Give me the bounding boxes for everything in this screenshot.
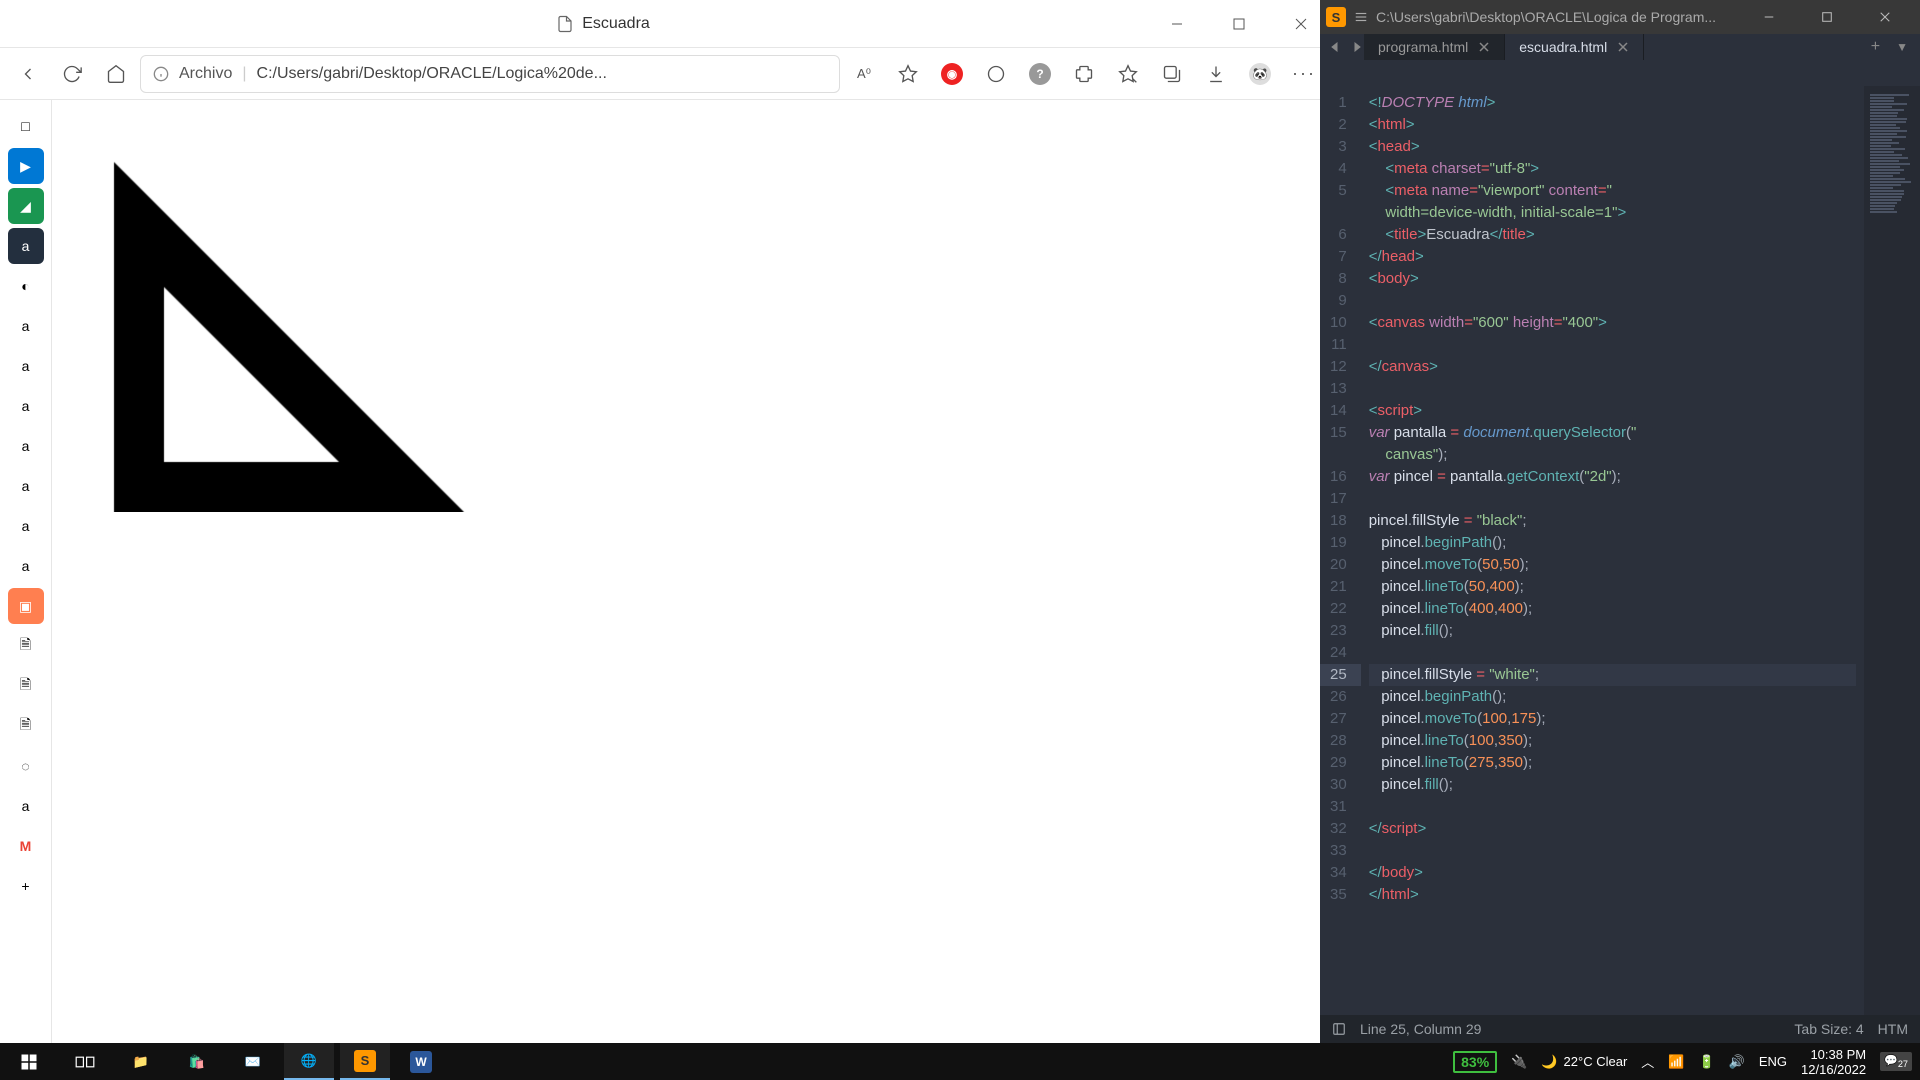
sidebar-item-18[interactable]: M	[8, 828, 44, 864]
editor-maximize-button[interactable]	[1798, 0, 1856, 34]
editor-window: S C:\Users\gabri\Desktop\ORACLE\Logica d…	[1320, 0, 1920, 1043]
taskbar-edge[interactable]: 🌐	[284, 1043, 334, 1080]
sidebar-item-19[interactable]: +	[8, 868, 44, 904]
taskbar-sublime[interactable]: S	[340, 1043, 390, 1080]
extensions-button[interactable]	[1064, 54, 1104, 94]
tray-chevron-icon[interactable]: ︿	[1641, 1052, 1654, 1071]
page-viewport	[52, 100, 1332, 1043]
address-bar[interactable]: Archivo | C:/Users/gabri/Desktop/ORACLE/…	[140, 55, 840, 93]
taskbar-word[interactable]: W	[396, 1043, 446, 1080]
favorite-button[interactable]	[888, 54, 928, 94]
info-icon	[153, 66, 169, 82]
editor-tabbar-row: programa.htmlescuadra.html + ▼	[1320, 34, 1920, 60]
read-aloud-button[interactable]: A⁰	[844, 54, 884, 94]
charging-icon: 🔌	[1511, 1054, 1527, 1070]
notification-button[interactable]: 💬27	[1880, 1052, 1912, 1071]
address-separator: |	[242, 65, 246, 83]
taskbar-explorer[interactable]: 📁	[116, 1043, 166, 1080]
sidebar-item-16[interactable]: ◌	[8, 748, 44, 784]
editor-minimize-button[interactable]	[1740, 0, 1798, 34]
taskbar: 📁 🛍️ ✉️ 🌐 S W 83% 🔌 🌙 22°C Clear ︿ 📶 🔋 🔊…	[0, 1043, 1920, 1080]
status-tabsize[interactable]: Tab Size: 4	[1794, 1021, 1863, 1037]
status-language[interactable]: HTM	[1878, 1021, 1908, 1037]
browser-title-text: Escuadra	[582, 15, 650, 33]
sidebar-item-7[interactable]: a	[8, 388, 44, 424]
sidebar-item-11[interactable]: a	[8, 548, 44, 584]
address-path: C:/Users/gabri/Desktop/ORACLE/Logica%20d…	[257, 65, 607, 83]
browser-titlebar: Escuadra	[0, 0, 1332, 48]
profile-button[interactable]: 🐼	[1240, 54, 1280, 94]
start-button[interactable]	[4, 1043, 54, 1080]
clock-date: 12/16/2022	[1801, 1062, 1866, 1077]
editor-title-path: C:\Users\gabri\Desktop\ORACLE\Logica de …	[1376, 9, 1732, 25]
new-tab-button[interactable]: +	[1865, 38, 1886, 56]
sidebar-item-17[interactable]: a	[8, 788, 44, 824]
tab-programa-html[interactable]: programa.html	[1364, 34, 1505, 60]
sidebar-item-13[interactable]: 🗎	[8, 628, 44, 664]
maximize-button[interactable]	[1208, 0, 1270, 48]
home-button[interactable]	[96, 54, 136, 94]
volume-icon[interactable]: 🔊	[1729, 1054, 1745, 1070]
more-button[interactable]: ···	[1284, 54, 1324, 94]
weather-text: 22°C Clear	[1564, 1054, 1628, 1069]
browser-toolbar: Archivo | C:/Users/gabri/Desktop/ORACLE/…	[0, 48, 1332, 100]
panel-icon[interactable]	[1332, 1022, 1346, 1036]
sidebar-item-10[interactable]: a	[8, 508, 44, 544]
escuadra-canvas	[64, 112, 664, 512]
tab-escuadra-html[interactable]: escuadra.html	[1505, 34, 1644, 60]
collections-button[interactable]	[1152, 54, 1192, 94]
taskbar-mail[interactable]: ✉️	[228, 1043, 278, 1080]
language-indicator[interactable]: ENG	[1759, 1054, 1787, 1069]
sidebar-item-2[interactable]: ◢	[8, 188, 44, 224]
tab-history-back[interactable]	[1326, 38, 1344, 56]
help-icon[interactable]: ?	[1020, 54, 1060, 94]
tray-battery-icon[interactable]: 🔋	[1698, 1054, 1714, 1070]
wifi-icon[interactable]: 📶	[1668, 1054, 1684, 1070]
task-view-button[interactable]	[60, 1043, 110, 1080]
sidebar-item-8[interactable]: a	[8, 428, 44, 464]
clock-time: 10:38 PM	[1801, 1047, 1866, 1062]
sidebar-item-4[interactable]: ◐	[8, 268, 44, 304]
minimap[interactable]	[1864, 86, 1920, 1015]
minimize-button[interactable]	[1146, 0, 1208, 48]
code-area[interactable]: <!DOCTYPE html><html><head> <meta charse…	[1361, 86, 1864, 1015]
downloads-button[interactable]	[1196, 54, 1236, 94]
editor-body[interactable]: 12345 6789101112131415 16171819202122232…	[1320, 86, 1920, 1015]
sidebar-item-5[interactable]: a	[8, 308, 44, 344]
refresh-button[interactable]	[52, 54, 92, 94]
editor-tabs: programa.htmlescuadra.html	[1364, 34, 1644, 60]
tab-dropdown-button[interactable]: ▼	[1890, 40, 1914, 54]
sidebar-item-0[interactable]: □	[8, 108, 44, 144]
browser-content: □▶◢a◐aaaaaaa▣🗎🗎🗎◌aM+	[0, 100, 1332, 1043]
sidebar-item-14[interactable]: 🗎	[8, 668, 44, 704]
sidebar-item-6[interactable]: a	[8, 348, 44, 384]
sublime-logo-icon: S	[1326, 7, 1346, 27]
sidebar-item-9[interactable]: a	[8, 468, 44, 504]
favorites-button[interactable]	[1108, 54, 1148, 94]
adblock-icon[interactable]: ◉	[932, 54, 972, 94]
clock[interactable]: 10:38 PM 12/16/2022	[1801, 1047, 1866, 1077]
menu-icon[interactable]	[1354, 10, 1368, 24]
browser-title: Escuadra	[60, 15, 1146, 33]
sidebar-item-15[interactable]: 🗎	[8, 708, 44, 744]
taskbar-store[interactable]: 🛍️	[172, 1043, 222, 1080]
editor-close-button[interactable]	[1856, 0, 1914, 34]
weather-widget[interactable]: 🌙 22°C Clear	[1541, 1054, 1627, 1070]
sidebar-item-3[interactable]: a	[8, 228, 44, 264]
document-icon	[556, 15, 574, 33]
status-cursor: Line 25, Column 29	[1360, 1021, 1481, 1037]
sidebar-item-1[interactable]: ▶	[8, 148, 44, 184]
browser-sidebar: □▶◢a◐aaaaaaa▣🗎🗎🗎◌aM+	[0, 100, 52, 1043]
browser-window: Escuadra Archivo | C:/Users/gabri/Deskto…	[0, 0, 1332, 1043]
back-button[interactable]	[8, 54, 48, 94]
editor-titlebar: S C:\Users\gabri\Desktop\ORACLE\Logica d…	[1320, 0, 1920, 34]
moon-icon: 🌙	[1541, 1054, 1557, 1070]
line-gutter: 12345 6789101112131415 16171819202122232…	[1320, 86, 1361, 1015]
sync-icon[interactable]	[976, 54, 1016, 94]
editor-statusbar: Line 25, Column 29 Tab Size: 4 HTM	[1320, 1015, 1920, 1043]
battery-indicator[interactable]: 83%	[1453, 1051, 1497, 1073]
address-label: Archivo	[179, 65, 232, 83]
sidebar-item-12[interactable]: ▣	[8, 588, 44, 624]
